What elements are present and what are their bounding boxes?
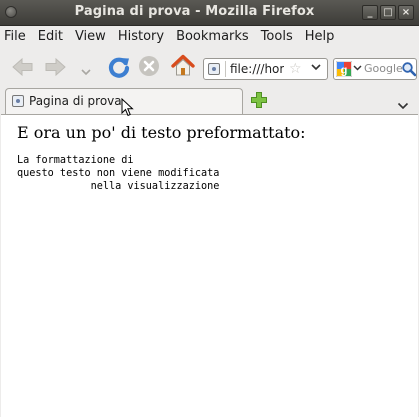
menu-tools[interactable]: Tools <box>255 29 299 44</box>
reload-icon <box>108 57 130 78</box>
url-input[interactable]: file:///home/ <box>230 61 284 77</box>
search-bar[interactable]: g Google <box>333 58 417 80</box>
chevron-down-icon <box>311 64 321 71</box>
stop-button[interactable] <box>138 55 160 81</box>
menu-help[interactable]: Help <box>299 29 341 44</box>
menu-bookmarks[interactable]: Bookmarks <box>170 29 255 44</box>
search-input[interactable]: Google <box>364 61 403 77</box>
chevron-down-icon <box>397 102 409 110</box>
forward-arrow-icon <box>45 57 66 77</box>
url-separator <box>225 61 226 77</box>
window-title: Pagina di prova - Mozilla Firefox <box>74 4 315 19</box>
history-dropdown-icon <box>81 69 91 76</box>
page-favicon-icon <box>12 95 24 107</box>
plus-icon <box>251 92 267 108</box>
menu-bar: File Edit View History Bookmarks Tools H… <box>0 25 419 47</box>
home-icon <box>171 54 195 76</box>
svg-text:g: g <box>341 65 348 77</box>
list-all-tabs-button[interactable] <box>397 95 409 114</box>
page-content[interactable]: E ora un po' di testo preformattato: La … <box>1 114 418 417</box>
window-controls: _ □ × <box>362 5 414 20</box>
search-go-button[interactable] <box>401 61 416 79</box>
google-logo-icon: g <box>335 60 353 78</box>
page-heading: E ora un po' di testo preformattato: <box>17 123 306 142</box>
back-arrow-icon <box>12 57 33 77</box>
home-button[interactable] <box>170 53 196 83</box>
forward-button[interactable] <box>42 55 68 79</box>
menu-history[interactable]: History <box>112 29 170 44</box>
navigation-toolbar: file:///home/ ☆ g <box>0 49 419 85</box>
url-dropdown-button[interactable] <box>308 60 324 78</box>
mouse-pointer-icon <box>121 98 134 117</box>
preformatted-text: La formattazione di questo testo non vie… <box>17 155 220 192</box>
reload-button[interactable] <box>106 54 132 84</box>
history-dropdown[interactable] <box>80 62 92 76</box>
stop-icon <box>139 56 159 76</box>
google-icon[interactable]: g <box>335 60 353 78</box>
tab-label: Pagina di prova <box>29 94 122 108</box>
bookmark-star-icon[interactable]: ☆ <box>289 60 302 78</box>
tab-strip: Pagina di prova <box>0 86 419 114</box>
title-bar[interactable]: Pagina di prova - Mozilla Firefox _ □ × <box>0 0 419 26</box>
window-menu-icon[interactable] <box>5 6 17 18</box>
menu-view[interactable]: View <box>69 29 112 44</box>
search-magnifier-icon <box>402 62 416 77</box>
menu-file[interactable]: File <box>0 29 32 44</box>
new-tab-button[interactable] <box>250 91 268 113</box>
browser-window: Pagina di prova - Mozilla Firefox _ □ × … <box>0 0 419 417</box>
site-identity-icon[interactable] <box>208 63 220 75</box>
minimize-button[interactable]: _ <box>362 5 378 20</box>
back-button[interactable] <box>10 55 36 79</box>
maximize-button[interactable]: □ <box>380 5 396 20</box>
close-button[interactable]: × <box>398 5 414 20</box>
url-bar[interactable]: file:///home/ ☆ <box>203 58 328 80</box>
chevron-down-icon <box>353 65 362 71</box>
menu-edit[interactable]: Edit <box>32 29 69 44</box>
search-engine-dropdown[interactable] <box>353 61 362 77</box>
